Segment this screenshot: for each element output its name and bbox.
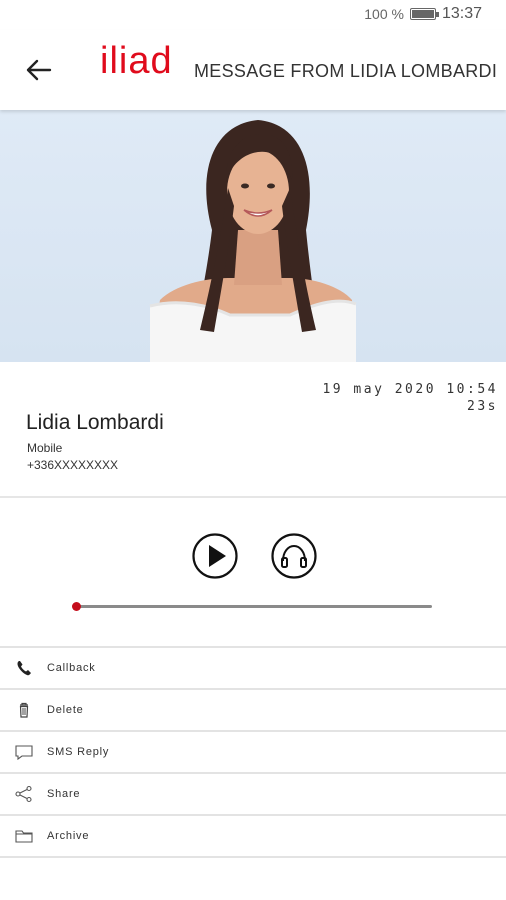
contact-portrait (149, 120, 357, 362)
back-button[interactable] (20, 52, 56, 88)
share-icon (15, 785, 32, 803)
headphones-icon (271, 533, 317, 579)
arrow-left-icon (26, 59, 52, 81)
clock: 13:37 (441, 5, 482, 22)
sms-reply-action[interactable]: SMS Reply (0, 730, 506, 772)
playback-progress-bar[interactable] (72, 602, 432, 611)
contact-number: +336XXXXXXXX (27, 458, 119, 472)
message-info: 19 may 2020 10:54 23s Lidia Lombardi Mob… (0, 362, 506, 498)
phone-icon (17, 661, 31, 676)
chat-icon (15, 745, 33, 761)
action-label: Share (47, 788, 81, 800)
message-date: 19 may 2020 10:54 (322, 382, 498, 397)
playback-position-handle[interactable] (72, 602, 81, 611)
action-label: SMS Reply (47, 746, 110, 758)
contact-photo (0, 110, 506, 362)
callback-action[interactable]: Callback (0, 646, 506, 688)
battery-percent: 100 % (364, 6, 404, 22)
app-header: iliad MESSAGE FROM LIDIA LOMBARDI (0, 30, 506, 110)
battery-icon (409, 8, 439, 20)
folder-icon (15, 830, 33, 843)
trash-icon (19, 702, 29, 718)
audio-player (0, 498, 506, 646)
status-bar: 100 % 13:37 (0, 0, 506, 30)
action-label: Callback (47, 662, 96, 674)
archive-action[interactable]: Archive (0, 814, 506, 858)
page-title: MESSAGE FROM LIDIA LOMBARDI (194, 61, 498, 81)
contact-type: Mobile (27, 441, 63, 455)
actions-list: Callback Delete SMS Reply Share Archive (0, 646, 506, 858)
action-label: Archive (47, 830, 90, 842)
contact-name: Lidia Lombardi (26, 411, 164, 434)
delete-action[interactable]: Delete (0, 688, 506, 730)
play-icon (192, 533, 238, 579)
play-button[interactable] (191, 532, 239, 580)
message-duration: 23s (467, 399, 498, 414)
action-label: Delete (47, 704, 84, 716)
speaker-toggle-button[interactable] (270, 532, 318, 580)
iliad-logo: iliad (100, 40, 173, 82)
status-indicators: 100 % 13:37 (364, 5, 482, 23)
share-action[interactable]: Share (0, 772, 506, 814)
